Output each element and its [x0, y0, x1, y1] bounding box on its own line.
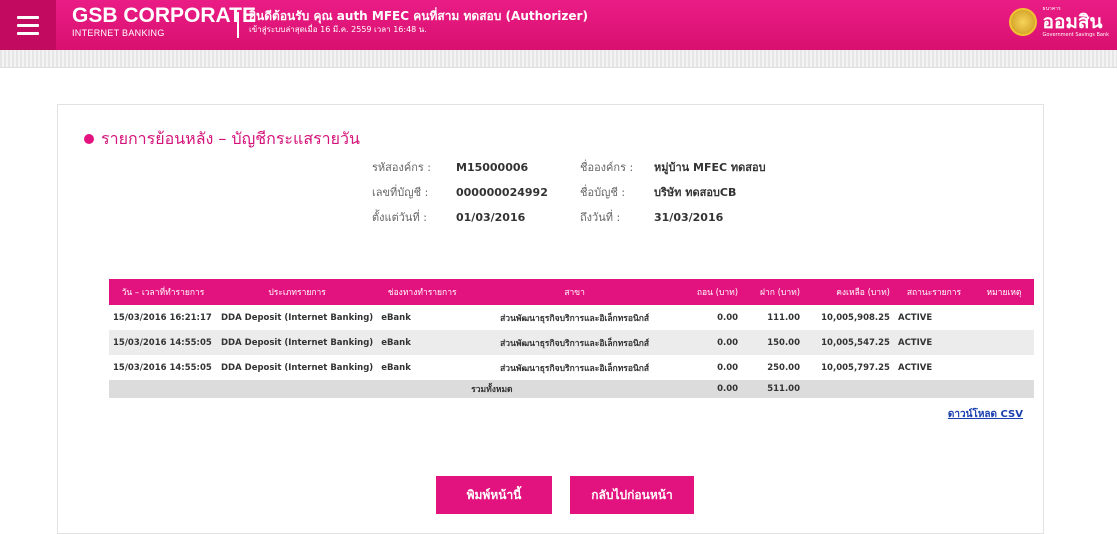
total-deposit: 511.00: [742, 380, 805, 398]
cell-deposit: 150.00: [742, 330, 805, 355]
col-header-deposit[interactable]: ฝาก (บาท): [742, 279, 805, 305]
cell-remark: [973, 355, 1034, 380]
col-header-remark[interactable]: หมายเหตุ: [973, 279, 1034, 305]
org-code-label: รหัสองค์กร :: [372, 161, 431, 174]
bullet-dot-icon: [84, 134, 94, 144]
cell-type: DDA Deposit (Internet Banking): [216, 330, 378, 355]
from-date-label: ตั้งแต่วันที่ :: [372, 211, 427, 224]
table-row: 15/03/2016 16:21:17 DDA Deposit (Interne…: [109, 305, 1034, 330]
account-no-label: เลขที่บัญชี :: [372, 186, 429, 199]
page-title: รายการย้อนหลัง – บัญชีกระแสรายวัน: [84, 128, 360, 150]
brand-main: GSB CORPORATE: [72, 4, 256, 27]
cell-branch: ส่วนพัฒนาธุรกิจบริการและอิเล็กทรอนิกส์: [467, 305, 683, 330]
cell-balance: 10,005,547.25: [804, 330, 894, 355]
cell-channel: eBank: [377, 330, 468, 355]
cell-branch: ส่วนพัฒนาธุรกิจบริการและอิเล็กทรอนิกส์: [467, 355, 683, 380]
last-login-text: เข้าสู่ระบบล่าสุดเมื่อ 16 มี.ค. 2559 เวล…: [249, 25, 427, 34]
to-date-label: ถึงวันที่ :: [580, 211, 621, 224]
brand-logo[interactable]: GSB CORPORATE INTERNET BANKING: [72, 4, 256, 38]
to-date-value: 31/03/2016: [654, 211, 724, 224]
total-withdraw: 0.00: [682, 380, 743, 398]
account-name-value: บริษัท ทดสอบCB: [654, 186, 737, 199]
cell-channel: eBank: [377, 305, 468, 330]
download-csv-link[interactable]: ดาวน์โหลด CSV: [948, 407, 1023, 422]
bank-seal-icon: [1008, 8, 1037, 36]
cell-empty: [893, 380, 974, 398]
header-divider: [237, 12, 239, 38]
page-title-text: รายการย้อนหลัง – บัญชีกระแสรายวัน: [101, 129, 360, 148]
col-header-withdraw[interactable]: ถอน (บาท): [682, 279, 743, 305]
cell-empty: [377, 380, 468, 398]
col-header-type[interactable]: ประเภทรายการ: [216, 279, 378, 305]
cell-empty: [109, 380, 217, 398]
cell-withdraw: 0.00: [682, 305, 743, 330]
from-date-value: 01/03/2016: [456, 211, 526, 224]
cell-type: DDA Deposit (Internet Banking): [216, 305, 378, 330]
cell-balance: 10,005,908.25: [804, 305, 894, 330]
cell-status: ACTIVE: [893, 355, 974, 380]
total-label: รวมทั้งหมด: [467, 380, 683, 398]
table-row: 15/03/2016 14:55:05 DDA Deposit (Interne…: [109, 355, 1034, 380]
transactions-table: วัน – เวลาที่ทำรายการ ประเภทรายการ ช่องท…: [109, 279, 1034, 398]
hamburger-icon: [17, 31, 39, 35]
cell-empty: [804, 380, 894, 398]
col-header-channel[interactable]: ช่องทางทำรายการ: [377, 279, 468, 305]
cell-status: ACTIVE: [893, 330, 974, 355]
cell-balance: 10,005,797.25: [804, 355, 894, 380]
top-header: GSB CORPORATE INTERNET BANKING ยินดีต้อน…: [0, 0, 1117, 50]
org-name-value: หมู่บ้าน MFEC ทดสอบ: [654, 161, 766, 174]
bank-small-bottom: Government Savings Bank: [1042, 32, 1109, 38]
account-name-label: ชื่อบัญชี :: [580, 186, 626, 199]
print-button[interactable]: พิมพ์หน้านี้: [436, 476, 552, 514]
menu-button[interactable]: [0, 0, 56, 50]
cell-remark: [973, 330, 1034, 355]
col-header-status[interactable]: สถานะรายการ: [893, 279, 974, 305]
cell-datetime: 15/03/2016 14:55:05: [109, 330, 217, 355]
hamburger-icon: [17, 15, 39, 19]
cell-branch: ส่วนพัฒนาธุรกิจบริการและอิเล็กทรอนิกส์: [467, 330, 683, 355]
cell-datetime: 15/03/2016 16:21:17: [109, 305, 217, 330]
cell-channel: eBank: [377, 355, 468, 380]
table-total-row: รวมทั้งหมด 0.00 511.00: [109, 380, 1034, 398]
table-header-row: วัน – เวลาที่ทำรายการ ประเภทรายการ ช่องท…: [109, 279, 1034, 305]
cell-status: ACTIVE: [893, 305, 974, 330]
account-no-value: 000000024992: [456, 186, 548, 199]
hamburger-icon: [17, 23, 39, 27]
col-header-datetime[interactable]: วัน – เวลาที่ทำรายการ: [109, 279, 217, 305]
back-button[interactable]: กลับไปก่อนหน้า: [570, 476, 694, 514]
cell-empty: [973, 380, 1034, 398]
cell-remark: [973, 305, 1034, 330]
col-header-balance[interactable]: คงเหลือ (บาท): [804, 279, 894, 305]
bank-name: ออมสิน: [1042, 11, 1103, 33]
welcome-block: ยินดีต้อนรับ คุณ auth MFEC คนที่สาม ทดสอ…: [249, 8, 588, 35]
cell-type: DDA Deposit (Internet Banking): [216, 355, 378, 380]
bank-logo: ธนาคาร ออมสิน Government Savings Bank: [1008, 6, 1109, 38]
cell-empty: [216, 380, 378, 398]
org-name-label: ชื่อองค์กร :: [580, 161, 634, 174]
welcome-text: ยินดีต้อนรับ คุณ auth MFEC คนที่สาม ทดสอ…: [249, 9, 588, 23]
cell-withdraw: 0.00: [682, 355, 743, 380]
brand-sub: INTERNET BANKING: [72, 28, 165, 38]
cell-deposit: 250.00: [742, 355, 805, 380]
col-header-branch[interactable]: สาขา: [467, 279, 683, 305]
table-row: 15/03/2016 14:55:05 DDA Deposit (Interne…: [109, 330, 1034, 355]
cell-deposit: 111.00: [742, 305, 805, 330]
header-stripe: [0, 50, 1117, 68]
cell-withdraw: 0.00: [682, 330, 743, 355]
org-code-value: M15000006: [456, 161, 529, 174]
cell-datetime: 15/03/2016 14:55:05: [109, 355, 217, 380]
